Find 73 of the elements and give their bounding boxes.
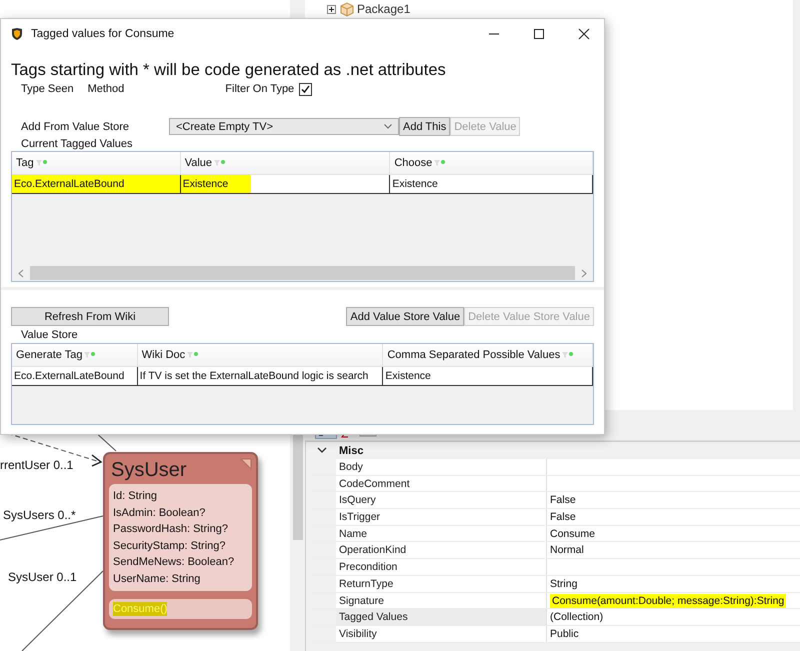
table-cell: Existence — [383, 367, 593, 385]
property-name[interactable]: CodeComment — [336, 476, 547, 492]
type-seen-label: Type Seen — [21, 83, 74, 95]
property-name[interactable]: OperationKind — [336, 542, 547, 558]
add-from-value-store-label: Add From Value Store — [21, 120, 130, 132]
type-seen-value: Method — [88, 83, 124, 95]
corner-fold-icon — [240, 458, 252, 470]
button[interactable]: Add This — [399, 117, 450, 136]
property-value[interactable]: Normal — [547, 542, 800, 558]
class-name: SysUser — [110, 458, 187, 483]
table-cell: Eco.ExternalLateBound — [12, 367, 138, 385]
property-name[interactable]: Tagged Values — [336, 609, 547, 625]
filter-icon[interactable] — [434, 159, 446, 167]
table-cell: Existence — [390, 175, 593, 193]
attribute-text: Id: String — [113, 489, 158, 504]
tree-item[interactable]: Package1 — [357, 2, 410, 16]
property-name[interactable]: Name — [336, 526, 547, 542]
attribute-text: UserName: String — [113, 572, 202, 586]
value-store-dropdown[interactable]: <Create Empty TV> — [169, 118, 399, 135]
dialog-heading: Tags starting with * will be code generated as .net attributes — [11, 60, 447, 80]
column-header[interactable]: Value — [180, 152, 390, 174]
association-label: rrentUser 0..1 — [0, 458, 74, 472]
column-header[interactable]: Choose — [390, 152, 593, 174]
attribute-text: SecurityStamp: String? — [113, 538, 226, 554]
button[interactable]: Refresh From Wiki — [11, 307, 169, 326]
property-value[interactable]: String — [547, 576, 800, 592]
filter-icon[interactable] — [187, 351, 200, 359]
property-name[interactable]: ReturnType — [336, 576, 547, 592]
chevron-down-icon[interactable] — [317, 447, 327, 454]
package-icon — [339, 1, 355, 17]
property-name[interactable]: Signature — [336, 592, 547, 608]
table-cell: If TV is set the ExternalLateBound logic is search — [138, 367, 384, 385]
column-header[interactable]: Generate Tag — [12, 344, 138, 366]
property-value[interactable]: Consume — [547, 526, 800, 542]
property-name[interactable]: IsTrigger — [336, 509, 547, 525]
class-box[interactable]: SysUser Id: String IsAdmin: Boolean? PasswordHash: String? SecurityStamp: String? SendMeNews: Boolean? UserName: String Consume() — [103, 452, 258, 630]
attribute-text: SendMeNews: Boolean? — [113, 555, 236, 570]
property-value[interactable]: False — [547, 509, 800, 525]
property-value[interactable]: (Collection) — [547, 609, 800, 625]
section-label: Value Store — [20, 328, 79, 343]
close-icon[interactable] — [578, 28, 590, 40]
filter-icon[interactable] — [562, 351, 574, 359]
property-name[interactable]: Visibility — [336, 626, 547, 642]
association-label: SysUser 0..1 — [8, 570, 77, 584]
attribute-text: PasswordHash: String? — [113, 522, 229, 537]
column-header[interactable]: Wiki Doc — [138, 344, 384, 366]
column-header[interactable]: Tag — [12, 152, 181, 174]
property-value[interactable]: False — [547, 492, 800, 508]
property-value[interactable]: Public — [547, 626, 800, 642]
table-cell: Eco.ExternalLateBound — [12, 175, 181, 193]
filter-icon[interactable] — [36, 159, 48, 167]
filter-icon[interactable] — [214, 159, 226, 167]
checkbox[interactable] — [299, 82, 312, 96]
arrow-left-icon[interactable] — [18, 268, 24, 278]
app-shield-icon — [10, 27, 24, 41]
property-name[interactable]: IsQuery — [336, 492, 547, 508]
category-label: Misc — [339, 444, 364, 456]
expand-icon[interactable] — [327, 4, 336, 14]
filter-icon[interactable] — [84, 351, 96, 359]
arrow-right-icon[interactable] — [581, 268, 587, 278]
table-cell: Existence — [180, 175, 390, 193]
filter-on-type-label: Filter On Type — [225, 83, 294, 95]
maximize-icon[interactable] — [533, 28, 545, 40]
attribute-text: IsAdmin: Boolean? — [113, 506, 206, 520]
property-value[interactable]: Consume(amount:Double; message:String):String — [547, 592, 800, 608]
property-name[interactable]: Precondition — [336, 559, 547, 575]
column-header[interactable]: Comma Separated Possible Values — [383, 344, 593, 366]
chevron-down-icon — [384, 124, 392, 129]
button[interactable]: Add Value Store Value — [346, 307, 464, 326]
association-label: SysUsers 0..* — [3, 508, 76, 522]
window-title: Tagged values for Consume — [31, 28, 174, 40]
property-name[interactable]: Body — [336, 459, 547, 475]
section-label: Current Tagged Values — [20, 138, 134, 151]
